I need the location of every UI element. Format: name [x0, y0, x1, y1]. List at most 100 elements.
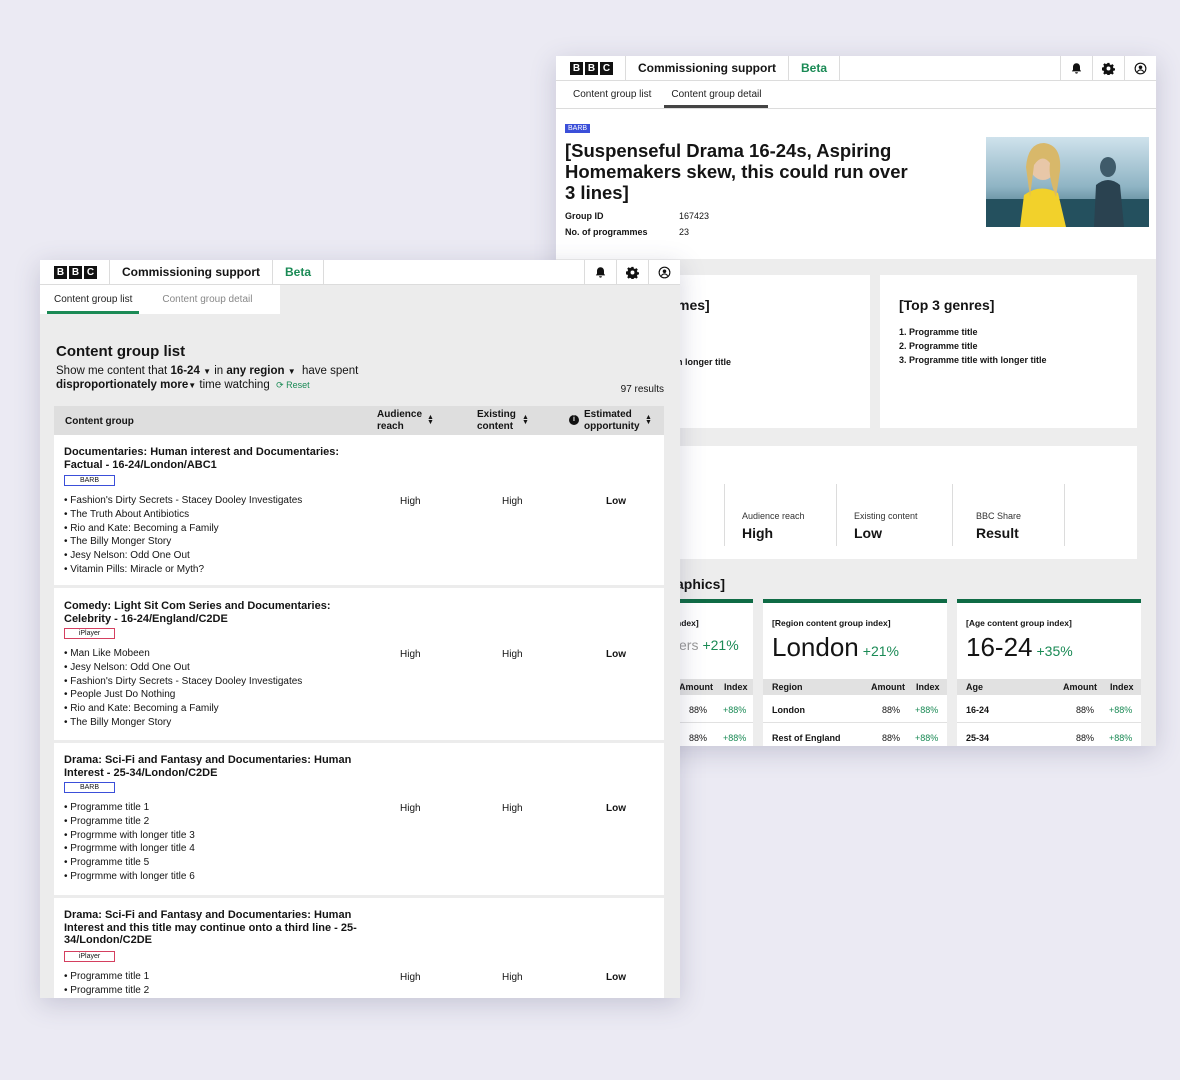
list-item: • Progrmme with longer title 3	[64, 829, 195, 841]
list-window: B B C Commissioning support Beta Content…	[40, 260, 680, 998]
list-item: • Fashion's Dirty Secrets - Stacey Doole…	[64, 495, 303, 506]
page-title: Content group list	[56, 343, 186, 360]
logo-letter: B	[54, 265, 67, 279]
demo-amount: 88%	[1076, 733, 1095, 743]
beta-label: Beta	[789, 56, 841, 80]
direction-filter-dropdown[interactable]: disproportionately more▼	[56, 379, 196, 391]
chevron-down-icon: ▼	[287, 367, 296, 376]
hero-image	[986, 137, 1149, 227]
filter-time-watching: time watching	[199, 379, 270, 391]
row-title[interactable]: Drama: Sci-Fi and Fantasy and Documentar…	[64, 754, 364, 779]
info-icon[interactable]: i	[569, 415, 579, 425]
tab-content-group-list[interactable]: Content group list	[47, 285, 140, 314]
bell-icon[interactable]	[1060, 56, 1092, 80]
bbc-logo[interactable]: B B C	[40, 260, 110, 284]
estimated-opportunity-value: Low	[606, 972, 626, 983]
bbc-logo[interactable]: B B C	[556, 56, 626, 80]
table-row[interactable]: Drama: Sci-Fi and Fantasy and Documentar…	[54, 743, 664, 898]
chevron-down-icon: ▼	[188, 381, 197, 390]
list-item: • Jesy Nelson: Odd One Out	[64, 661, 190, 673]
demo-row: 25-34 88% +88%	[957, 723, 1141, 746]
col-existing-content[interactable]: Existing content	[477, 409, 516, 433]
programme-list: • Programme title 1 • Programme title 2	[64, 970, 149, 998]
demo-amount: 88%	[882, 733, 901, 743]
sort-icon[interactable]: ▲ ▼	[645, 414, 652, 426]
col-label-line: opportunity	[584, 421, 640, 432]
programme-list: • Man Like Mobeen • Jesy Nelson: Odd One…	[64, 647, 302, 730]
programmes-count-row: No. of programmes 23	[565, 227, 689, 237]
row-title[interactable]: Comedy: Light Sit Com Series and Documen…	[64, 600, 364, 625]
age-filter-dropdown[interactable]: 16-24 ▼	[170, 365, 211, 377]
refresh-icon: ⟳	[276, 380, 284, 390]
account-icon[interactable]	[648, 260, 680, 284]
demo-big-text: 16-24	[966, 632, 1033, 662]
demo-amount: 88%	[689, 733, 708, 743]
genre-item: 1. Programme title	[899, 327, 978, 337]
logo-letter: C	[84, 265, 97, 279]
demo-card-title: [Age content group index]	[966, 618, 1072, 628]
list-item: • Man Like Mobeen	[64, 648, 150, 659]
list-item: • People Just Do Nothing	[64, 689, 176, 701]
list-item: • Fashion's Dirty Secrets - Stacey Doole…	[64, 675, 303, 687]
gear-icon[interactable]	[1092, 56, 1124, 80]
row-title[interactable]: Drama: Sci-Fi and Fantasy and Documentar…	[64, 909, 364, 947]
account-icon[interactable]	[1124, 56, 1156, 80]
region-filter-value: any region	[226, 365, 285, 377]
demo-card-big: London +21%	[772, 632, 899, 663]
source-badge: BARB	[565, 124, 591, 133]
stat-bbc-share: BBC Share Result	[953, 484, 1065, 546]
amount-header: Amount	[679, 682, 713, 692]
index-header: Index	[916, 682, 940, 692]
demo-index: +88%	[723, 705, 747, 715]
table-row[interactable]: Comedy: Light Sit Com Series and Documen…	[54, 588, 664, 743]
top-genres-title: [Top 3 genres]	[899, 297, 995, 313]
direction-filter-value: disproportionately more	[56, 379, 189, 391]
col-estimated-opportunity[interactable]: Estimated opportunity	[584, 409, 640, 433]
table-row[interactable]: Drama: Sci-Fi and Fantasy and Documentar…	[54, 898, 664, 998]
list-item: • Progrmme with longer title 4	[64, 843, 195, 855]
genre-item: 2. Programme title	[899, 341, 978, 351]
tab-content-group-detail[interactable]: Content group detail	[664, 81, 769, 108]
logo-letter: B	[69, 265, 82, 279]
list-item: • Programme title 1	[64, 971, 150, 982]
logo-letter: C	[600, 61, 613, 75]
sort-icon[interactable]: ▲ ▼	[522, 414, 529, 426]
reset-button[interactable]: ⟳ Reset	[276, 380, 310, 390]
top-genres-list: 1. Programme title 2. Programme title 3.…	[899, 325, 1047, 367]
tab-bar: Content group list Content group detail	[556, 81, 1156, 109]
chevron-down-icon: ▼	[203, 367, 211, 376]
list-item: • Programme title 2	[64, 984, 150, 996]
amount-header: Amount	[1063, 682, 1097, 692]
filter-have-spent: have spent	[302, 365, 359, 377]
col-audience-reach[interactable]: Audience reach	[377, 409, 422, 433]
demographics-title: aphics]	[676, 576, 726, 592]
table-row[interactable]: Documentaries: Human interest and Docume…	[54, 435, 664, 588]
demo-amount: 88%	[1076, 705, 1095, 715]
age-header: Age	[966, 682, 984, 692]
sort-icon[interactable]: ▲ ▼	[427, 414, 434, 426]
reset-label: Reset	[286, 380, 310, 390]
row-title[interactable]: Documentaries: Human interest and Docume…	[64, 446, 364, 471]
demo-label: 25-34	[966, 733, 990, 743]
app-name[interactable]: Commissioning support	[110, 260, 273, 284]
list-item: • The Truth About Antibiotics	[64, 508, 190, 520]
existing-content-value: High	[502, 803, 523, 814]
col-label-line: Audience	[377, 409, 423, 420]
demo-big-text: ers	[679, 637, 699, 653]
app-name[interactable]: Commissioning support	[626, 56, 789, 80]
tab-content-group-detail[interactable]: Content group detail	[155, 285, 259, 314]
stat-existing-content: Existing content Low	[837, 484, 953, 546]
amount-header: Amount	[871, 682, 905, 692]
results-count: 97 results	[620, 384, 664, 395]
audience-reach-value: High	[400, 496, 421, 507]
region-header: Region	[772, 682, 803, 692]
tab-content-group-list[interactable]: Content group list	[566, 81, 658, 108]
gear-icon[interactable]	[616, 260, 648, 284]
list-item: • Rio and Kate: Becoming a Family	[64, 703, 219, 715]
programme-list: • Fashion's Dirty Secrets - Stacey Doole…	[64, 494, 302, 577]
col-content-group: Content group	[65, 416, 134, 427]
region-filter-dropdown[interactable]: any region ▼	[226, 365, 295, 377]
bell-icon[interactable]	[584, 260, 616, 284]
demo-index: +88%	[723, 733, 747, 743]
group-id-label: Group ID	[565, 211, 604, 221]
